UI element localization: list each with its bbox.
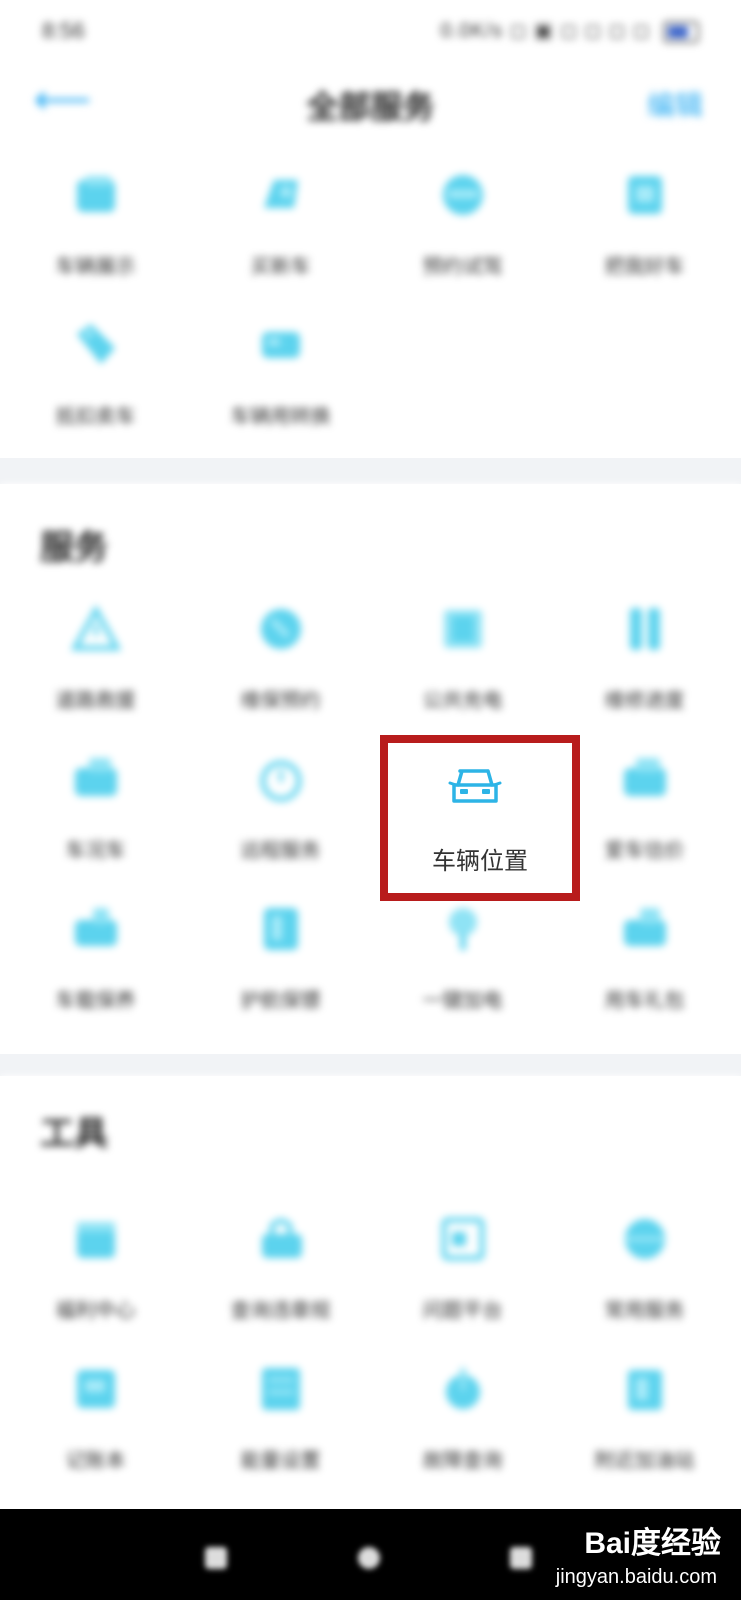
- tools-section: 工具 福利中心 查询违章规 问题平台 常用服务 记账本 能量设置 故障查询 附近…: [0, 1076, 741, 1509]
- notebook-icon: [76, 1370, 115, 1408]
- service-tile[interactable]: 买新车: [188, 168, 373, 279]
- tile-label: 抵扣卖车: [55, 406, 136, 428]
- maintenance-icon: [260, 609, 301, 649]
- download-icon: [445, 1368, 480, 1409]
- watermark-brand: Bai度经验: [584, 1527, 721, 1560]
- tool-tile[interactable]: 附近加油站: [552, 1362, 737, 1473]
- tool-tile[interactable]: 能量设置: [188, 1362, 373, 1473]
- tile-label: 车载保养: [55, 990, 136, 1012]
- tile-label: 问题平台: [422, 1300, 503, 1322]
- header: ⟵ 全部服务 编辑: [0, 62, 741, 138]
- service-tile[interactable]: 维保预约: [188, 602, 373, 713]
- calendar-icon: [76, 1222, 115, 1258]
- tile-label: 故障查询: [422, 1450, 503, 1472]
- charging-icon: [443, 610, 482, 648]
- service-tile[interactable]: 公共充电: [370, 602, 555, 713]
- tile-label: 护航保镖: [240, 990, 321, 1012]
- tile-label: 用车礼包: [604, 990, 685, 1012]
- good-car-icon: [627, 176, 662, 214]
- progress-icon: [629, 608, 660, 650]
- status-right-text: 0.0K/s ◻ ▣ ◻ ◻ ◻ ◻: [440, 20, 651, 42]
- list-icon: [261, 1368, 300, 1410]
- tile-label: 一键加电: [422, 990, 503, 1012]
- car-value-icon: [623, 758, 666, 796]
- service-tile[interactable]: 一键加电: [370, 902, 555, 1013]
- tile-label: 道路救援: [55, 690, 136, 712]
- service-tile[interactable]: 车辆用转换: [188, 318, 373, 429]
- car-status-icon: [74, 758, 117, 796]
- tool-tile[interactable]: 问题平台: [370, 1212, 555, 1323]
- service-tile[interactable]: 护航保镖: [188, 902, 373, 1013]
- tile-label: 公共充电: [422, 690, 503, 712]
- top-section: 车辆展示 买新车 预约试驾 把我好车 抵扣卖车 车辆用转换: [0, 138, 741, 458]
- home-nav-icon[interactable]: [358, 1547, 380, 1569]
- new-car-icon: [263, 180, 298, 208]
- status-bar: 8:56 0.0K/s ◻ ▣ ◻ ◻ ◻ ◻: [0, 0, 741, 62]
- car-care-icon: [74, 908, 117, 946]
- tile-label: 能量设置: [240, 1450, 321, 1472]
- car-location-icon: [448, 769, 502, 803]
- service-tile[interactable]: 维修进度: [552, 602, 737, 713]
- service-tile[interactable]: 把我好车: [552, 168, 737, 279]
- lock-car-icon: [261, 1218, 302, 1258]
- status-indicators: 0.0K/s ◻ ▣ ◻ ◻ ◻ ◻: [440, 18, 699, 43]
- battery-icon: [663, 20, 699, 43]
- tools-title: 工具: [40, 1115, 108, 1153]
- timer-icon: [260, 760, 301, 802]
- service-tile[interactable]: 车况车: [3, 752, 188, 863]
- tile-label: 车辆展示: [55, 256, 136, 278]
- tile-label: 车辆用转换: [230, 406, 331, 428]
- service-tile[interactable]: 车载保养: [3, 902, 188, 1013]
- tile-label: 预约试驾: [422, 256, 503, 278]
- back-nav-icon[interactable]: [510, 1547, 532, 1569]
- tool-tile[interactable]: 故障查询: [370, 1362, 555, 1473]
- car-convert-icon: [261, 332, 300, 358]
- tile-label: 查询违章规: [230, 1300, 331, 1322]
- service-tile[interactable]: 抵扣卖车: [3, 318, 188, 429]
- service-tile[interactable]: 道路救援: [3, 602, 188, 713]
- services-section: 服务 道路救援 维保预约 公共充电 维修进度 车况车 远程服务 爱车估价 车载保…: [0, 484, 741, 1054]
- tile-label: 远程服务: [240, 840, 321, 862]
- tool-tile[interactable]: 福利中心: [3, 1212, 188, 1323]
- edit-button[interactable]: 编辑: [647, 84, 703, 124]
- vehicle-location-tile[interactable]: 车辆位置: [380, 735, 580, 901]
- vehicle-location-label: 车辆位置: [432, 848, 528, 875]
- service-tile[interactable]: 预约试驾: [370, 168, 555, 279]
- tile-label: 维保预约: [240, 690, 321, 712]
- platform-icon: [441, 1217, 484, 1261]
- service-tile[interactable]: 远程服务: [188, 752, 373, 863]
- test-drive-icon: [442, 175, 483, 215]
- tile-label: 记账本: [65, 1450, 126, 1472]
- service-tile[interactable]: 车辆展示: [3, 168, 188, 279]
- tool-tile[interactable]: 查询违章规: [188, 1212, 373, 1323]
- menu-nav-icon[interactable]: [205, 1547, 227, 1569]
- fuel-icon: [627, 1370, 662, 1410]
- services-title: 服务: [40, 529, 108, 567]
- tool-tile[interactable]: 记账本: [3, 1362, 188, 1473]
- car-display-icon: [76, 176, 115, 212]
- service-tile[interactable]: 用车礼包: [552, 902, 737, 1013]
- tile-label: 买新车: [250, 256, 311, 278]
- watermark-url: jingyan.baidu.com: [555, 1566, 717, 1588]
- bolt-icon: [448, 908, 477, 950]
- section-divider: [0, 458, 741, 484]
- warning-triangle-icon: [70, 604, 121, 651]
- section-divider: [0, 1054, 741, 1076]
- tile-label: 常用服务: [604, 1300, 685, 1322]
- globe-icon: [624, 1219, 665, 1259]
- tile-label: 附近加油站: [594, 1450, 695, 1472]
- tool-tile[interactable]: 常用服务: [552, 1212, 737, 1323]
- status-time: 8:56: [42, 18, 85, 43]
- page-title: 全部服务: [306, 89, 435, 125]
- tile-label: 福利中心: [55, 1300, 136, 1322]
- tile-label: 车况车: [65, 840, 126, 862]
- tile-label: 维修进度: [604, 690, 685, 712]
- gift-icon: [623, 908, 666, 946]
- tag-icon: [76, 324, 115, 364]
- guard-icon: [263, 908, 298, 950]
- tile-label: 把我好车: [604, 256, 685, 278]
